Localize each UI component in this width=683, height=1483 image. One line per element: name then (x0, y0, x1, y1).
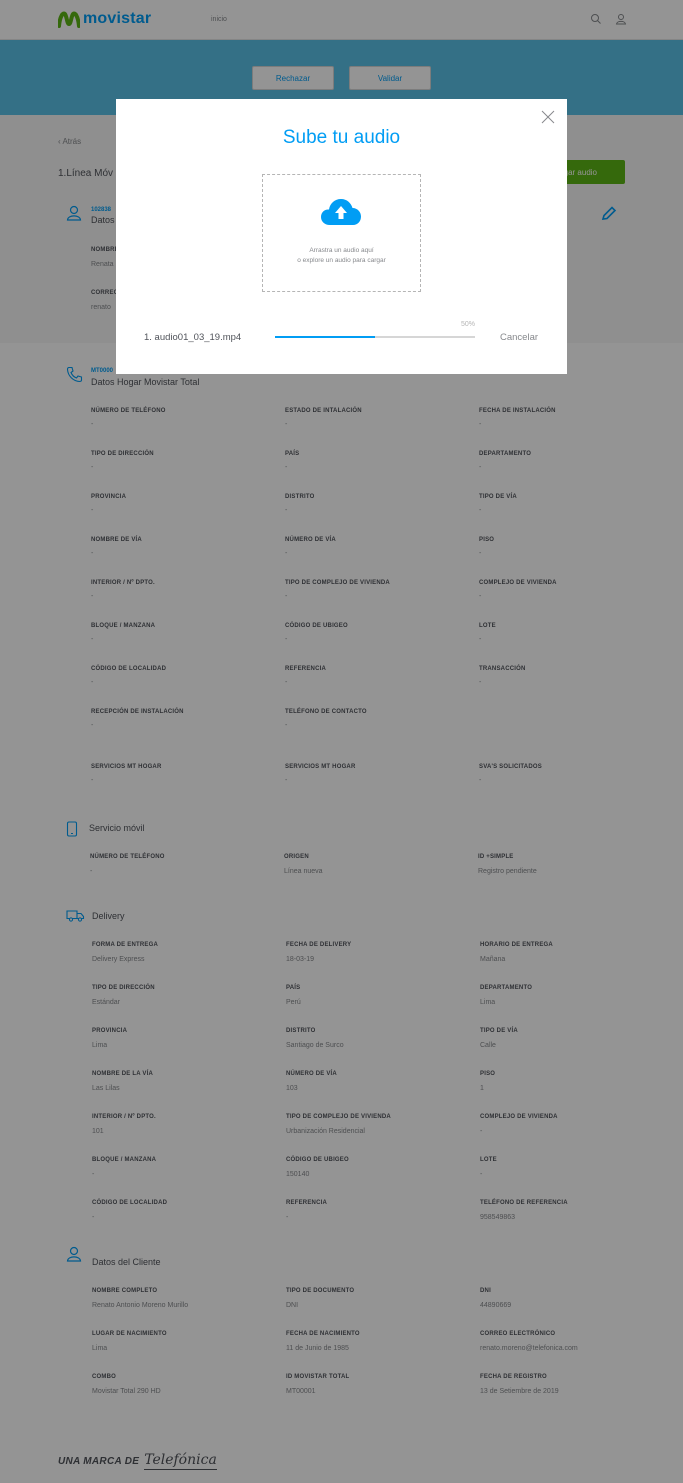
upload-file-name: 1. audio01_03_19.mp4 (144, 332, 242, 343)
close-icon[interactable] (541, 110, 555, 124)
upload-progress-percent: 50% (460, 321, 475, 328)
upload-progress-bar (275, 336, 475, 338)
modal-title: Sube tu audio (282, 127, 401, 148)
audio-drop-zone[interactable]: Arrastra un audio aquí o explore un audi… (262, 174, 421, 292)
drop-line-1: Arrastra un audio aquí (309, 247, 374, 254)
cloud-upload-icon (321, 199, 361, 225)
drop-instructions: Arrastra un audio aquí o explore un audi… (263, 246, 420, 266)
drop-line-2: o explore un audio para cargar (297, 257, 386, 264)
upload-audio-modal: Sube tu audio Arrastra un audio aquí o e… (116, 99, 567, 374)
cancel-upload-button[interactable]: Cancelar (500, 332, 538, 343)
upload-progress-fill (275, 336, 375, 338)
